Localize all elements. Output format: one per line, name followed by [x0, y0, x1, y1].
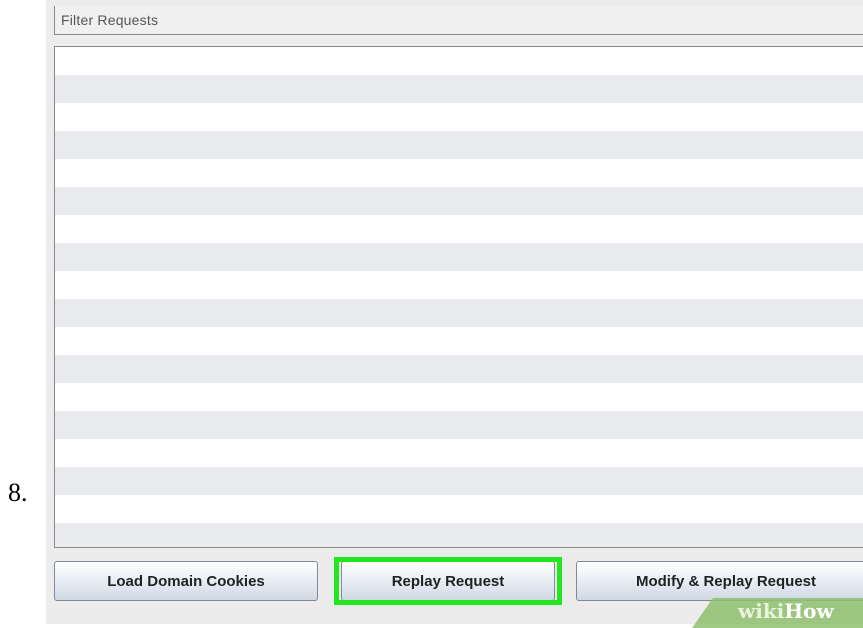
- request-row[interactable]: [55, 383, 863, 411]
- request-row[interactable]: [55, 495, 863, 523]
- request-row[interactable]: [55, 439, 863, 467]
- request-row[interactable]: [55, 47, 863, 75]
- watermark-how: How: [784, 599, 834, 623]
- request-row[interactable]: [55, 299, 863, 327]
- request-row[interactable]: [55, 355, 863, 383]
- request-row[interactable]: [55, 131, 863, 159]
- request-row[interactable]: [55, 523, 863, 547]
- request-row[interactable]: [55, 75, 863, 103]
- request-row[interactable]: [55, 327, 863, 355]
- request-row[interactable]: [55, 159, 863, 187]
- load-domain-cookies-button[interactable]: Load Domain Cookies: [54, 561, 318, 601]
- step-number: 8.: [8, 478, 28, 507]
- request-list[interactable]: [54, 46, 863, 548]
- modify-replay-request-button[interactable]: Modify & Replay Request: [576, 561, 863, 601]
- request-row[interactable]: [55, 215, 863, 243]
- request-row[interactable]: [55, 103, 863, 131]
- app-window: Filter Requests Load Domain Cookies Repl…: [46, 0, 863, 624]
- filter-requests-label: Filter Requests: [61, 12, 159, 28]
- request-row[interactable]: [55, 243, 863, 271]
- request-row[interactable]: [55, 411, 863, 439]
- watermark-wiki: wiki: [738, 599, 785, 623]
- request-row[interactable]: [55, 187, 863, 215]
- request-row[interactable]: [55, 271, 863, 299]
- filter-requests-bar[interactable]: Filter Requests: [54, 6, 863, 35]
- request-row[interactable]: [55, 467, 863, 495]
- wikihow-watermark: wikiHow: [738, 599, 834, 623]
- replay-request-button[interactable]: Replay Request: [341, 561, 555, 601]
